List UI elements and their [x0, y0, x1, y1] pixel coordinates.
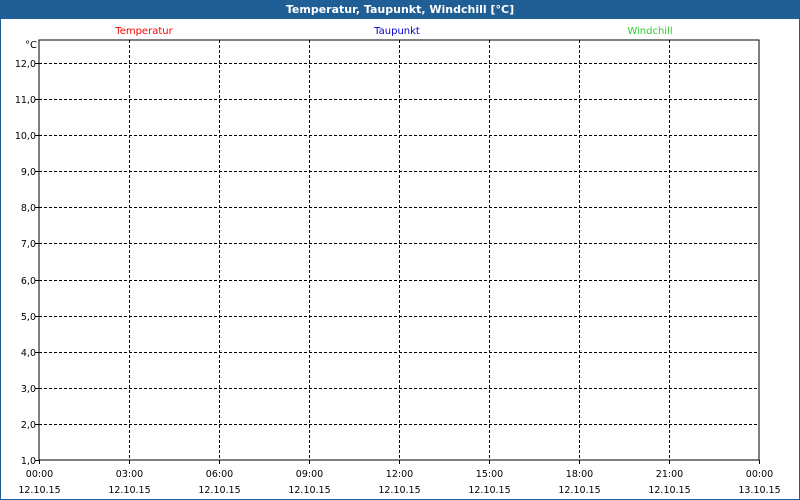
x-tick-date-label: 12.10.15	[288, 485, 330, 496]
y-tick-label: 2,0	[21, 420, 36, 431]
x-tick-date-label: 12.10.15	[198, 485, 240, 496]
y-tick-label: 7,0	[21, 239, 36, 250]
legend-temperatur: Temperatur	[114, 26, 173, 37]
x-tick-time-label: 15:00	[476, 469, 503, 480]
y-tick-label: 10,0	[15, 131, 36, 142]
x-tick-date-label: 13.10.15	[738, 485, 780, 496]
y-tick-label: 5,0	[21, 312, 36, 323]
x-tick-time-label: 03:00	[116, 469, 143, 480]
chart-canvas: 1,0 2,0 3,0 4,0 5,0 6,0 7,0 8,0 9,0 10,0 11,0 12,0 °…	[15, 26, 781, 496]
x-tick-date-label: 12.10.15	[378, 485, 420, 496]
x-tick-time-label: 06:00	[206, 469, 233, 480]
y-axis-label: °C	[25, 40, 37, 51]
x-tick-time-label: 00:00	[746, 469, 773, 480]
y-tick-label: 11,0	[15, 95, 36, 106]
y-tick-label: 4,0	[21, 348, 36, 359]
x-tick-time-label: 00:00	[26, 469, 53, 480]
y-tick-label: 6,0	[21, 276, 36, 287]
y-tick-label: 8,0	[21, 203, 36, 214]
x-tick-date-label: 12.10.15	[558, 485, 600, 496]
x-tick-time-label: 12:00	[386, 469, 413, 480]
y-tick-label: 9,0	[21, 167, 36, 178]
y-tick-label: 12,0	[15, 59, 36, 70]
x-tick-date-label: 12.10.15	[18, 485, 60, 496]
x-tick-date-label: 12.10.15	[648, 485, 690, 496]
x-tick-time-label: 18:00	[566, 469, 593, 480]
legend-taupunkt: Taupunkt	[373, 26, 420, 37]
y-tick-label: 1,0	[21, 456, 36, 467]
y-tick-label: 3,0	[21, 384, 36, 395]
x-tick-date-label: 12.10.15	[468, 485, 510, 496]
x-tick-date-label: 12.10.15	[108, 485, 150, 496]
x-tick-time-label: 21:00	[656, 469, 683, 480]
x-tick-time-label: 09:00	[296, 469, 323, 480]
legend-windchill: Windchill	[627, 26, 672, 37]
